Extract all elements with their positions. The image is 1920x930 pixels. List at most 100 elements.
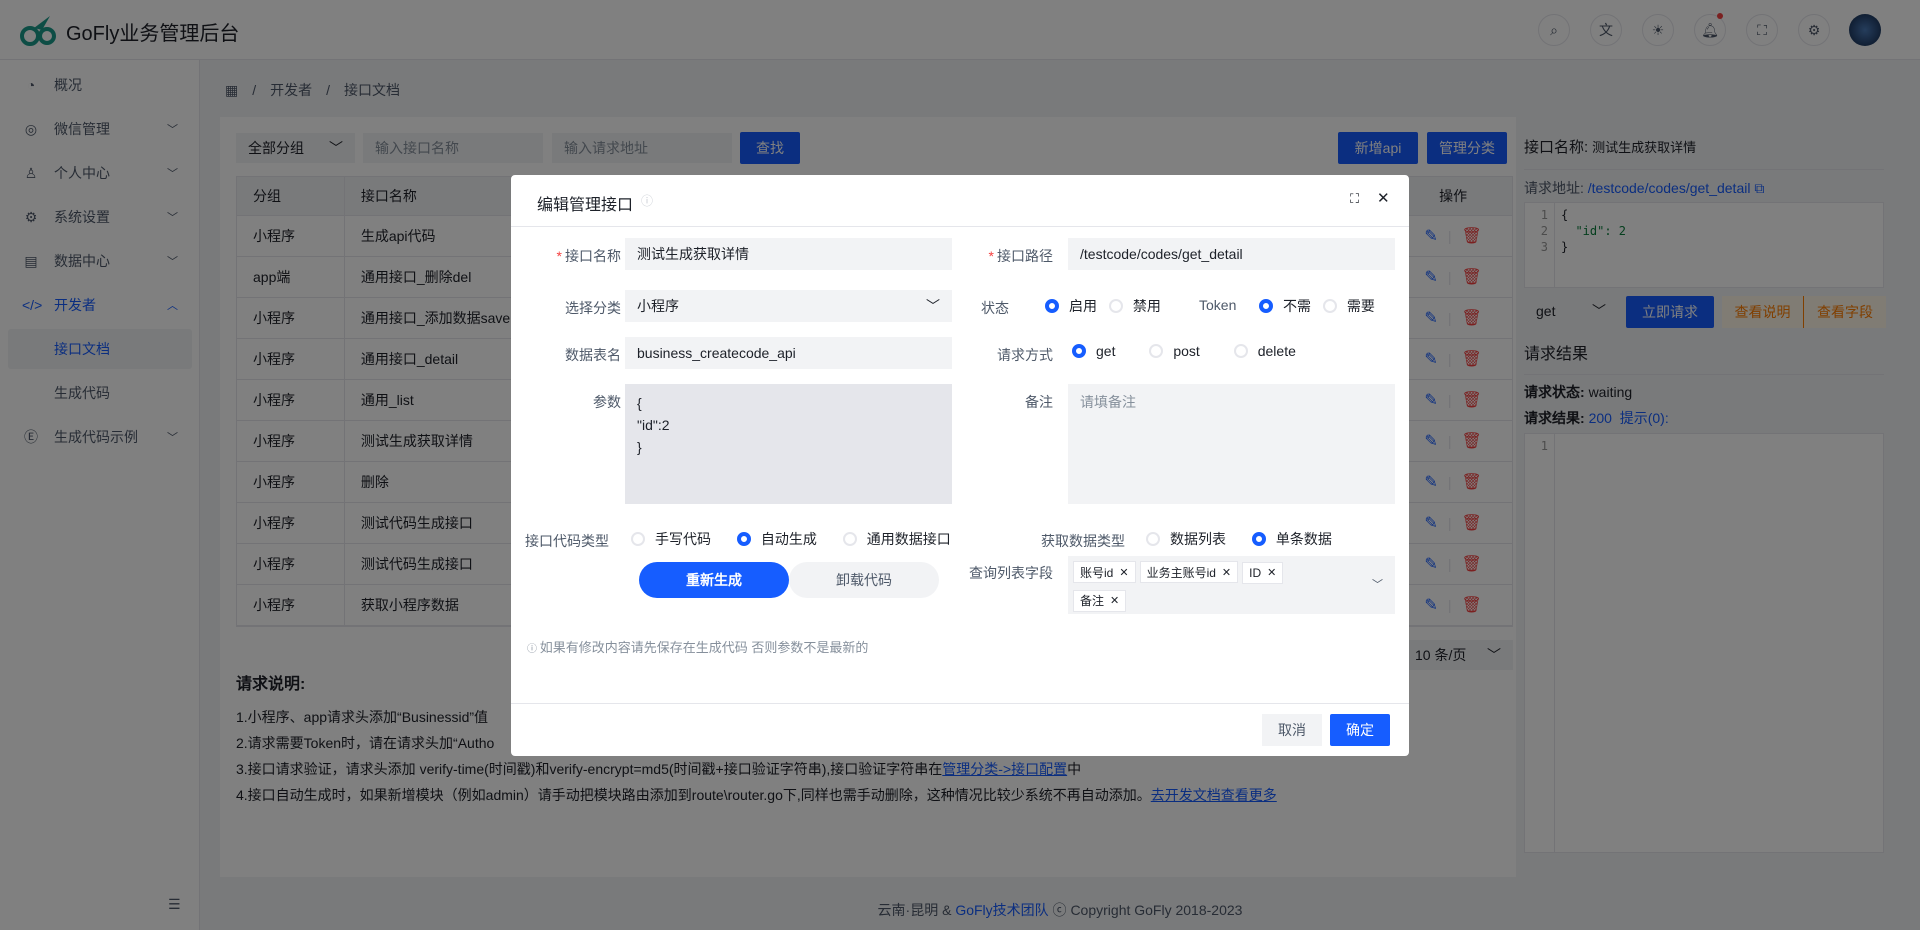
view-fields-button[interactable]: 查看字段	[1804, 296, 1886, 328]
edit-icon[interactable]: ✎	[1424, 226, 1437, 246]
query-fields-multiselect[interactable]: 账号id ✕ 业务主账号id ✕ ID ✕ 备注 ✕ ﹀	[1068, 556, 1395, 614]
collapse-sidebar-icon[interactable]: ☰	[168, 896, 181, 913]
status-disabled-radio[interactable]: 禁用	[1108, 296, 1161, 316]
method-post-radio[interactable]: post	[1149, 343, 1200, 359]
search-icon[interactable]: ⌕	[1538, 14, 1570, 46]
trash-icon[interactable]: 🗑︎	[1461, 226, 1481, 246]
sidebar-item-profile[interactable]: ♙ 个人中心 ﹀	[8, 153, 192, 193]
group-cell: 小程序	[237, 298, 345, 338]
edit-icon[interactable]: ✎	[1424, 595, 1437, 615]
api-name-input[interactable]: 输入接口名称	[363, 133, 543, 163]
group-cell: app端	[237, 257, 345, 297]
add-api-button[interactable]: 新增api	[1338, 132, 1418, 164]
app-title: GoFly业务管理后台	[66, 23, 240, 45]
trash-icon[interactable]: 🗑︎	[1461, 267, 1481, 287]
category-select[interactable]: 小程序 ﹀	[625, 290, 952, 322]
manage-config-link[interactable]: 管理分类->接口配置	[942, 761, 1067, 777]
edit-icon[interactable]: ✎	[1424, 349, 1437, 369]
send-request-button[interactable]: 立即请求	[1626, 296, 1714, 328]
token-required-radio[interactable]: 需要	[1322, 296, 1375, 316]
group-cell: 小程序	[237, 544, 345, 584]
table-name-field[interactable]: business_createcode_api	[625, 337, 952, 369]
sidebar-item-overview[interactable]: ◔ 概况	[8, 65, 192, 105]
datatype-list-radio[interactable]: 数据列表	[1146, 529, 1226, 549]
search-button[interactable]: 查找	[740, 132, 800, 164]
close-icon[interactable]: ✕	[1377, 189, 1390, 207]
avatar[interactable]	[1849, 14, 1881, 46]
params-editor[interactable]: 123 { "id": 2 }	[1524, 202, 1884, 288]
edit-icon[interactable]: ✎	[1424, 390, 1437, 410]
trash-icon[interactable]: 🗑︎	[1461, 390, 1481, 410]
trash-icon[interactable]: 🗑︎	[1461, 472, 1481, 492]
maximize-icon[interactable]: ⛶	[1350, 191, 1359, 207]
group-select[interactable]: 全部分组 ﹀	[236, 133, 355, 163]
chevron-down-icon: ﹀	[926, 298, 940, 314]
edit-icon[interactable]: ✎	[1424, 308, 1437, 328]
regenerate-button[interactable]: 重新生成	[639, 562, 789, 598]
trash-icon[interactable]: 🗑︎	[1461, 554, 1481, 574]
team-link[interactable]: GoFly技术团队	[955, 902, 1048, 918]
edit-icon[interactable]: ✎	[1424, 267, 1437, 287]
fullscreen-icon[interactable]: ⛶	[1746, 14, 1778, 46]
method-delete-radio[interactable]: delete	[1233, 343, 1296, 359]
token-radio-group: 不需 需要	[1259, 296, 1395, 316]
data-type-radio-group: 数据列表 单条数据	[1146, 529, 1352, 549]
trash-icon[interactable]: 🗑︎	[1461, 349, 1481, 369]
breadcrumb: ▦ / 开发者 / 接口文档	[225, 80, 401, 100]
trash-icon[interactable]: 🗑︎	[1461, 513, 1481, 533]
api-url-input[interactable]: 输入请求地址	[552, 133, 732, 163]
edit-icon[interactable]: ✎	[1424, 513, 1437, 533]
close-icon[interactable]: ✕	[1119, 566, 1128, 579]
edit-icon[interactable]: ✎	[1424, 472, 1437, 492]
dev-docs-link[interactable]: 去开发文档查看更多	[1151, 787, 1277, 803]
theme-icon[interactable]: ☀	[1642, 14, 1674, 46]
trash-icon[interactable]: 🗑︎	[1461, 431, 1481, 451]
codetype-auto-radio[interactable]: 自动生成	[736, 529, 817, 549]
sidebar-item-generate-code[interactable]: 生成代码	[8, 373, 192, 413]
confirm-button[interactable]: 确定	[1330, 714, 1390, 746]
view-description-button[interactable]: 查看说明	[1722, 296, 1804, 328]
remark-textarea[interactable]: 请填备注	[1068, 384, 1395, 504]
method-select[interactable]: get ﹀	[1524, 296, 1618, 326]
params-textarea[interactable]: {"id":2}	[625, 384, 952, 504]
close-icon[interactable]: ✕	[1222, 566, 1231, 579]
chevron-up-icon: ︿	[167, 300, 178, 312]
translate-icon[interactable]: 文	[1590, 14, 1622, 46]
close-icon[interactable]: ✕	[1267, 566, 1276, 579]
bell-icon[interactable]: 🔔︎	[1694, 13, 1726, 46]
sidebar-item-data[interactable]: ▤ 数据中心 ﹀	[8, 241, 192, 281]
sidebar-item-settings[interactable]: ⚙ 系统设置 ﹀	[8, 197, 192, 237]
sidebar-item-wechat[interactable]: ◎ 微信管理 ﹀	[8, 109, 192, 149]
result-editor[interactable]: 1	[1524, 433, 1884, 853]
sidebar-item-api-docs[interactable]: 接口文档	[8, 329, 192, 369]
trash-icon[interactable]: 🗑︎	[1461, 308, 1481, 328]
manage-category-button[interactable]: 管理分类	[1427, 132, 1507, 164]
modal-title: 编辑管理接口	[537, 197, 634, 214]
token-not-required-radio[interactable]: 不需	[1259, 296, 1311, 316]
codetype-generic-radio[interactable]: 通用数据接口	[842, 529, 951, 549]
column-header: 分组	[237, 177, 345, 215]
chevron-down-icon: ﹀	[167, 124, 178, 136]
edit-icon[interactable]: ✎	[1424, 431, 1437, 451]
sidebar-item-code-examples[interactable]: Ⓔ 生成代码示例 ﹀	[8, 417, 192, 457]
copy-icon[interactable]: ⧉	[1754, 180, 1764, 196]
page-size-select[interactable]: 10 条/页 ﹀	[1403, 640, 1513, 670]
breadcrumb-item[interactable]: 开发者	[270, 80, 312, 100]
codetype-manual-radio[interactable]: 手写代码	[631, 529, 711, 549]
uninstall-code-button[interactable]: 卸载代码	[789, 562, 939, 598]
edit-icon[interactable]: ✎	[1424, 554, 1437, 574]
chevron-down-icon: ﹀	[167, 168, 178, 180]
code-icon: </>	[22, 297, 43, 313]
api-path-field[interactable]: /testcode/codes/get_detail	[1068, 238, 1395, 270]
method-get-radio[interactable]: get	[1072, 343, 1115, 359]
datatype-single-radio[interactable]: 单条数据	[1251, 529, 1332, 549]
api-name-field[interactable]: 测试生成获取详情	[625, 238, 952, 270]
trash-icon[interactable]: 🗑︎	[1461, 595, 1481, 615]
column-header: 操作	[1439, 188, 1468, 204]
settings-icon[interactable]: ⚙	[1798, 14, 1830, 46]
status-enabled-radio[interactable]: 启用	[1045, 296, 1097, 316]
close-icon[interactable]: ✕	[1110, 594, 1119, 607]
sidebar-item-developer[interactable]: </> 开发者 ︿	[8, 285, 192, 325]
info-icon: ⓘ	[641, 194, 654, 208]
cancel-button[interactable]: 取消	[1262, 714, 1322, 746]
